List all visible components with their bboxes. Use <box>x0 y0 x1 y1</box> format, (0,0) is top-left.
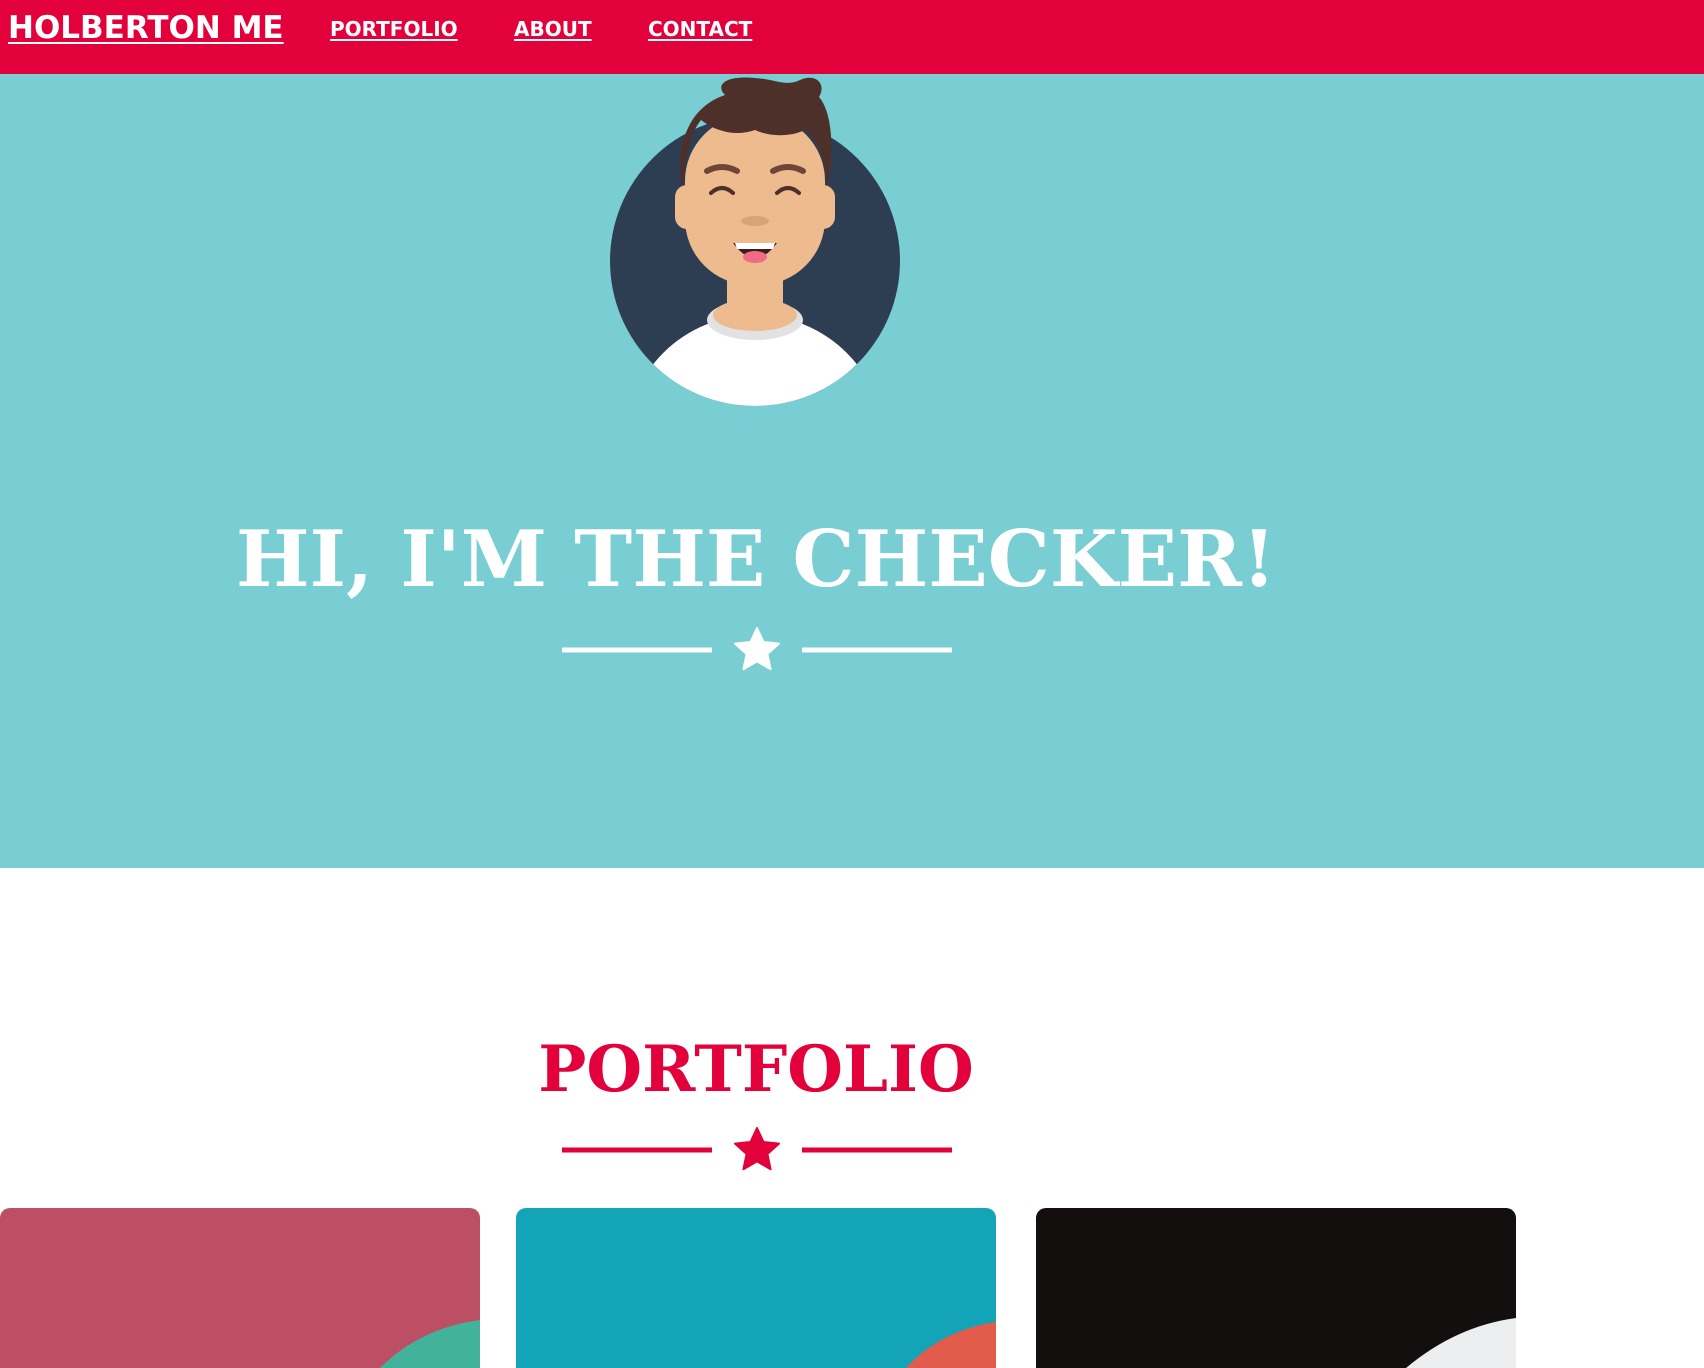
top-navbar: HOLBERTON ME PORTFOLIO ABOUT CONTACT <box>0 0 1704 74</box>
portfolio-card-1[interactable] <box>0 1208 480 1368</box>
hero-title: HI, I'M THE CHECKER! <box>235 514 1277 605</box>
avatar <box>610 77 900 406</box>
nav-link-contact[interactable]: CONTACT <box>648 17 752 41</box>
portfolio-card-3[interactable] <box>1036 1208 1516 1368</box>
portfolio-divider <box>562 1127 952 1171</box>
hero-divider <box>562 627 952 671</box>
portfolio-title: PORTFOLIO <box>538 1032 974 1107</box>
brand-link[interactable]: HOLBERTON ME <box>8 10 284 46</box>
star-icon <box>734 627 780 671</box>
nav-link-about[interactable]: ABOUT <box>514 17 592 41</box>
portfolio-card-2[interactable] <box>516 1208 996 1368</box>
nav-link-portfolio[interactable]: PORTFOLIO <box>330 17 458 41</box>
star-icon <box>734 1127 780 1171</box>
